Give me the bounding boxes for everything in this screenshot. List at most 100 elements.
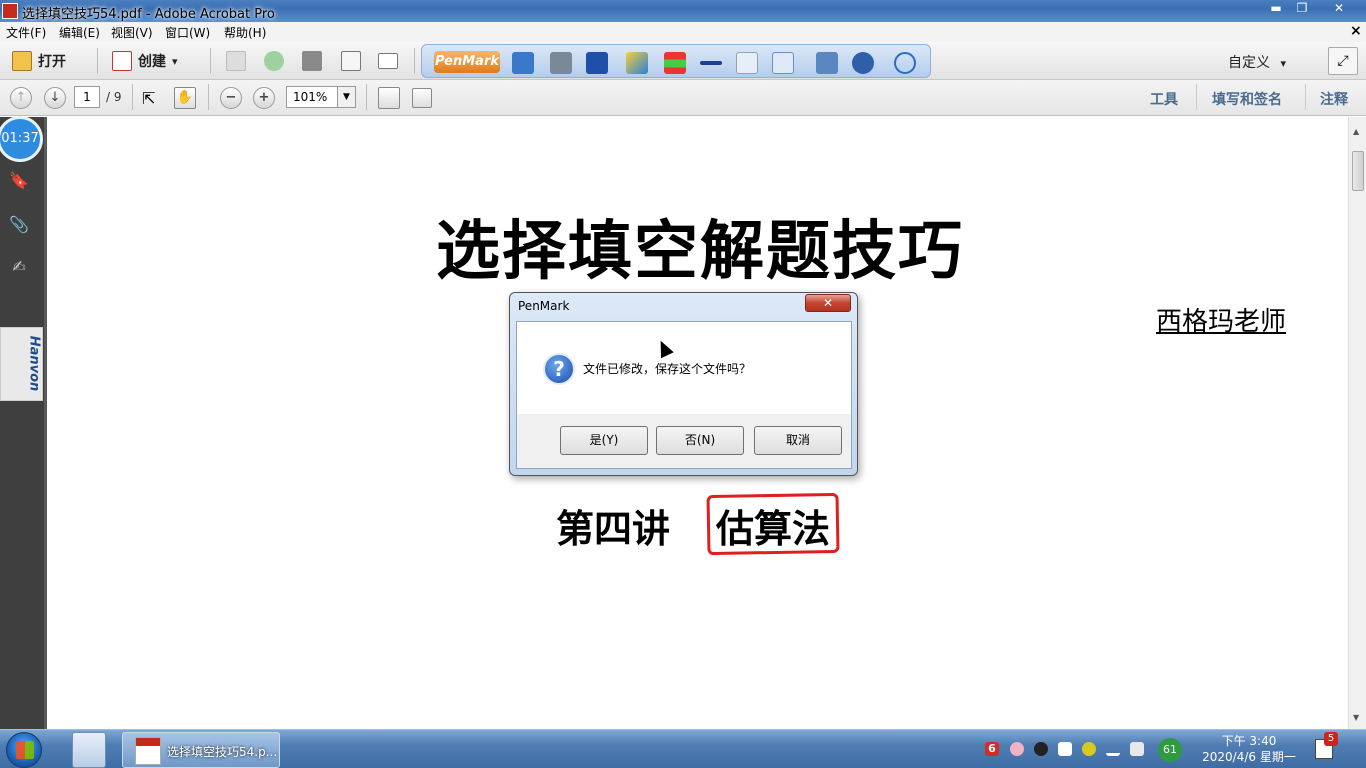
document-teacher: 西格玛老师 <box>1156 307 1287 337</box>
save-floppy-icon[interactable] <box>586 52 608 74</box>
network-icon[interactable] <box>1106 742 1120 756</box>
print-icon[interactable] <box>302 51 322 71</box>
system-clock[interactable]: 下午 3:40 2020/4/6 星期一 <box>1198 733 1300 765</box>
document-title: 选择填空解题技巧 <box>436 215 964 289</box>
hanvon-tab[interactable]: Hanvon <box>0 327 43 401</box>
menu-help[interactable]: 帮助(H) <box>224 24 266 41</box>
pen-icon[interactable] <box>626 52 648 74</box>
expand-icon[interactable]: ⤢ <box>1328 47 1358 75</box>
tray-360-icon[interactable]: 6 <box>985 742 999 756</box>
email-icon[interactable] <box>378 53 398 69</box>
penmark-logo[interactable]: PenMark <box>434 51 500 73</box>
taskbar: 选择填空技巧54.p... 6 61 下午 3:40 2020/4/6 星期一 … <box>0 729 1366 768</box>
next-page-button[interactable]: ↓ <box>44 87 66 109</box>
comment-link[interactable]: 注释 <box>1320 89 1348 109</box>
dialog-message-area: ? 文件已修改，保存这个文件吗？ <box>517 322 851 414</box>
separator <box>132 84 133 110</box>
bookmark-icon[interactable]: 🔖 <box>9 171 29 191</box>
main-toolbar: 打开 创建 ▾ PenMark 自定义 ▾ ⤢ <box>0 42 1366 80</box>
page-number-input[interactable]: 1 <box>74 86 100 108</box>
attachment-icon[interactable]: 📎 <box>9 215 29 235</box>
cancel-button[interactable]: 取消 <box>754 426 842 455</box>
clock-time: 下午 3:40 <box>1221 734 1277 748</box>
screenshot-icon[interactable] <box>816 52 838 74</box>
tray-flower-icon[interactable] <box>1010 742 1024 756</box>
fit-page-icon[interactable] <box>412 88 432 108</box>
menu-edit[interactable]: 编辑(E) <box>59 24 100 41</box>
zoom-select[interactable]: 101% ▼ <box>286 86 356 108</box>
dialog-message: 文件已修改，保存这个文件吗？ <box>583 362 752 376</box>
scroll-down-icon[interactable]: ▼ <box>1353 713 1359 722</box>
line-width-icon[interactable] <box>700 61 722 65</box>
yes-button[interactable]: 是(Y) <box>560 426 648 455</box>
create-pdf-icon <box>112 51 132 71</box>
tray-qq-icon[interactable] <box>1034 742 1048 756</box>
create-button[interactable]: 创建 ▾ <box>112 50 178 72</box>
navigation-toolbar: ↑ ↓ 1 / 9 ⇱ ✋ − + 101% ▼ 工具 填写和签名 注释 <box>0 80 1366 116</box>
select-tool-icon[interactable]: ⇱ <box>142 89 155 108</box>
tray-plus-icon[interactable] <box>1082 742 1096 756</box>
chevron-down-icon: ▾ <box>1280 57 1286 70</box>
tools-link[interactable]: 工具 <box>1150 89 1178 109</box>
maximize-button[interactable]: ❐ <box>1290 1 1314 17</box>
vertical-scrollbar[interactable]: ▲ ▼ <box>1348 117 1366 729</box>
clock-date: 2020/4/6 星期一 <box>1202 750 1296 764</box>
edit-icon[interactable] <box>341 51 361 71</box>
separator <box>97 48 98 74</box>
document-close-button[interactable]: × <box>1350 23 1362 39</box>
settings-icon[interactable] <box>852 52 874 74</box>
previous-page-button[interactable]: ↑ <box>10 87 32 109</box>
fill-sign-link[interactable]: 填写和签名 <box>1212 89 1282 109</box>
zoom-dropdown-icon[interactable]: ▼ <box>337 87 355 107</box>
zoom-out-button[interactable]: − <box>220 87 242 109</box>
save-dialog: PenMark ✕ ? 文件已修改，保存这个文件吗？ 是(Y) 否(N) 取消 <box>509 292 858 476</box>
zoom-value: 101% <box>293 90 328 104</box>
eraser-icon[interactable] <box>736 52 758 74</box>
upload-cloud-icon[interactable] <box>264 51 284 71</box>
hand-tool-icon[interactable]: ✋ <box>174 87 196 109</box>
taskbar-bird-app[interactable] <box>72 732 106 768</box>
customize-dropdown[interactable]: 自定义 ▾ <box>1228 52 1286 72</box>
color-palette-icon[interactable] <box>664 52 686 74</box>
red-ink-annotation <box>706 492 840 556</box>
scroll-up-icon[interactable]: ▲ <box>1353 127 1359 136</box>
power-icon[interactable] <box>894 52 916 74</box>
menu-bar: 文件(F) 编辑(E) 视图(V) 窗口(W) 帮助(H) × <box>0 22 1366 42</box>
page-total: / 9 <box>106 90 122 104</box>
document-icon[interactable] <box>550 52 572 74</box>
taskbar-acrobat-app[interactable]: 选择填空技巧54.p... <box>122 732 280 768</box>
scroll-mode-icon[interactable] <box>378 87 400 109</box>
no-button[interactable]: 否(N) <box>656 426 744 455</box>
open-label: 打开 <box>38 54 66 70</box>
separator <box>414 48 415 74</box>
menu-file[interactable]: 文件(F) <box>6 24 46 41</box>
create-dropdown-icon: ▾ <box>172 54 178 68</box>
acrobat-app-icon <box>2 3 18 19</box>
question-icon: ? <box>543 353 575 385</box>
signature-icon[interactable]: ✍ <box>9 257 29 277</box>
tray-clipboard-icon[interactable] <box>1058 742 1072 756</box>
clear-icon[interactable] <box>772 52 794 74</box>
save-icon[interactable] <box>226 51 246 71</box>
minimize-button[interactable]: ▬ <box>1264 1 1288 17</box>
battery-icon[interactable]: 61 <box>1158 738 1182 762</box>
document-lecture: 第四讲 <box>556 507 671 551</box>
window-title: 选择填空技巧54.pdf - Adobe Acrobat Pro <box>22 7 275 22</box>
separator <box>208 84 209 110</box>
window-close-button[interactable]: ✕ <box>1316 1 1362 17</box>
folder-icon <box>12 51 32 71</box>
scroll-thumb[interactable] <box>1352 151 1364 191</box>
taskbar-app-label: 选择填空技巧54.p... <box>167 745 278 759</box>
start-button[interactable] <box>6 732 42 768</box>
open-button[interactable]: 打开 <box>12 50 66 72</box>
screen-capture-icon[interactable] <box>512 52 534 74</box>
penmark-toolbar: PenMark <box>421 44 931 78</box>
menu-window[interactable]: 窗口(W) <box>165 24 210 41</box>
dialog-close-button[interactable]: ✕ <box>805 294 851 312</box>
zoom-in-button[interactable]: + <box>253 87 275 109</box>
customize-label: 自定义 <box>1228 55 1270 71</box>
volume-icon[interactable] <box>1130 742 1144 756</box>
separator <box>366 84 367 110</box>
dialog-body: ? 文件已修改，保存这个文件吗？ 是(Y) 否(N) 取消 <box>516 321 852 469</box>
menu-view[interactable]: 视图(V) <box>111 24 153 41</box>
